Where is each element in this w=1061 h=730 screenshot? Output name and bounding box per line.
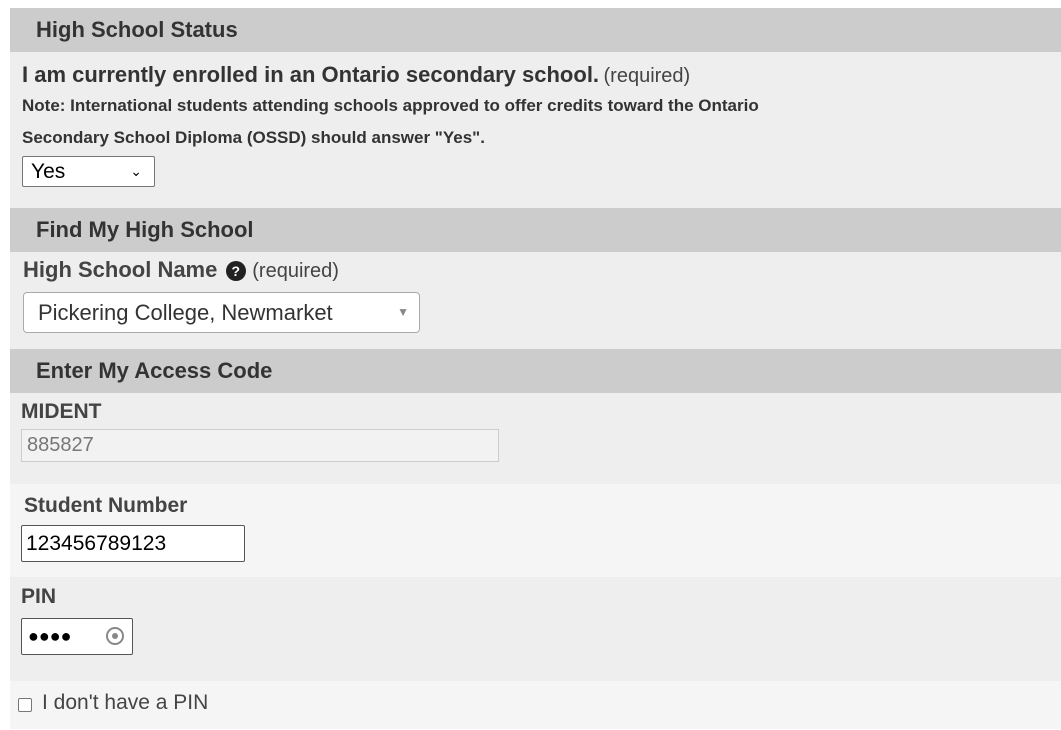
- school-name-combobox[interactable]: Pickering College, Newmarket ▼: [23, 292, 420, 333]
- student-number-input[interactable]: 123456789123: [21, 525, 245, 562]
- mident-label: MIDENT: [21, 400, 102, 423]
- school-name-label: High School Name: [23, 257, 218, 282]
- section-header-high-school-status: High School Status: [10, 8, 1061, 52]
- eye-icon[interactable]: [106, 627, 124, 645]
- no-pin-label[interactable]: I don't have a PIN: [42, 691, 208, 715]
- mident-field: 885827: [21, 429, 499, 462]
- note-line-2: Secondary School Diploma (OSSD) should a…: [22, 128, 485, 147]
- form: High School Status I am currently enroll…: [10, 8, 1061, 729]
- required-marker: (required): [603, 65, 691, 87]
- chevron-down-icon: ⌄: [130, 163, 142, 179]
- pin-panel: PIN ●●●●: [10, 577, 1061, 681]
- school-name-value: Pickering College, Newmarket: [38, 300, 333, 325]
- note-line-1: Note: International students attending s…: [22, 96, 759, 115]
- pin-input[interactable]: ●●●●: [21, 618, 133, 655]
- student-number-label: Student Number: [24, 494, 188, 517]
- school-name-label-row: High School Name ? (required): [23, 257, 339, 283]
- section-header-find-my-high-school: Find My High School: [10, 208, 1061, 252]
- enrolled-select[interactable]: Yes ⌄: [22, 156, 155, 187]
- no-pin-checkbox[interactable]: [18, 698, 32, 712]
- student-number-panel: Student Number 123456789123: [10, 484, 1061, 577]
- dropdown-arrow-icon: ▼: [397, 305, 409, 319]
- find-school-panel: High School Name ? (required) Pickering …: [10, 252, 1061, 349]
- required-marker: (required): [252, 260, 339, 282]
- mident-panel: MIDENT 885827: [10, 393, 1061, 484]
- enrolled-question-text: I am currently enrolled in an Ontario se…: [22, 62, 600, 87]
- question-circle-icon[interactable]: ?: [225, 261, 246, 281]
- no-pin-panel: I don't have a PIN: [10, 681, 1061, 729]
- enrolled-select-value: Yes: [31, 160, 66, 183]
- enrolled-question: I am currently enrolled in an Ontario se…: [22, 62, 690, 88]
- high-school-status-panel: I am currently enrolled in an Ontario se…: [10, 52, 1061, 208]
- pin-label: PIN: [21, 585, 57, 608]
- pin-masked-value: ●●●●: [28, 626, 72, 646]
- section-header-access-code: Enter My Access Code: [10, 349, 1061, 393]
